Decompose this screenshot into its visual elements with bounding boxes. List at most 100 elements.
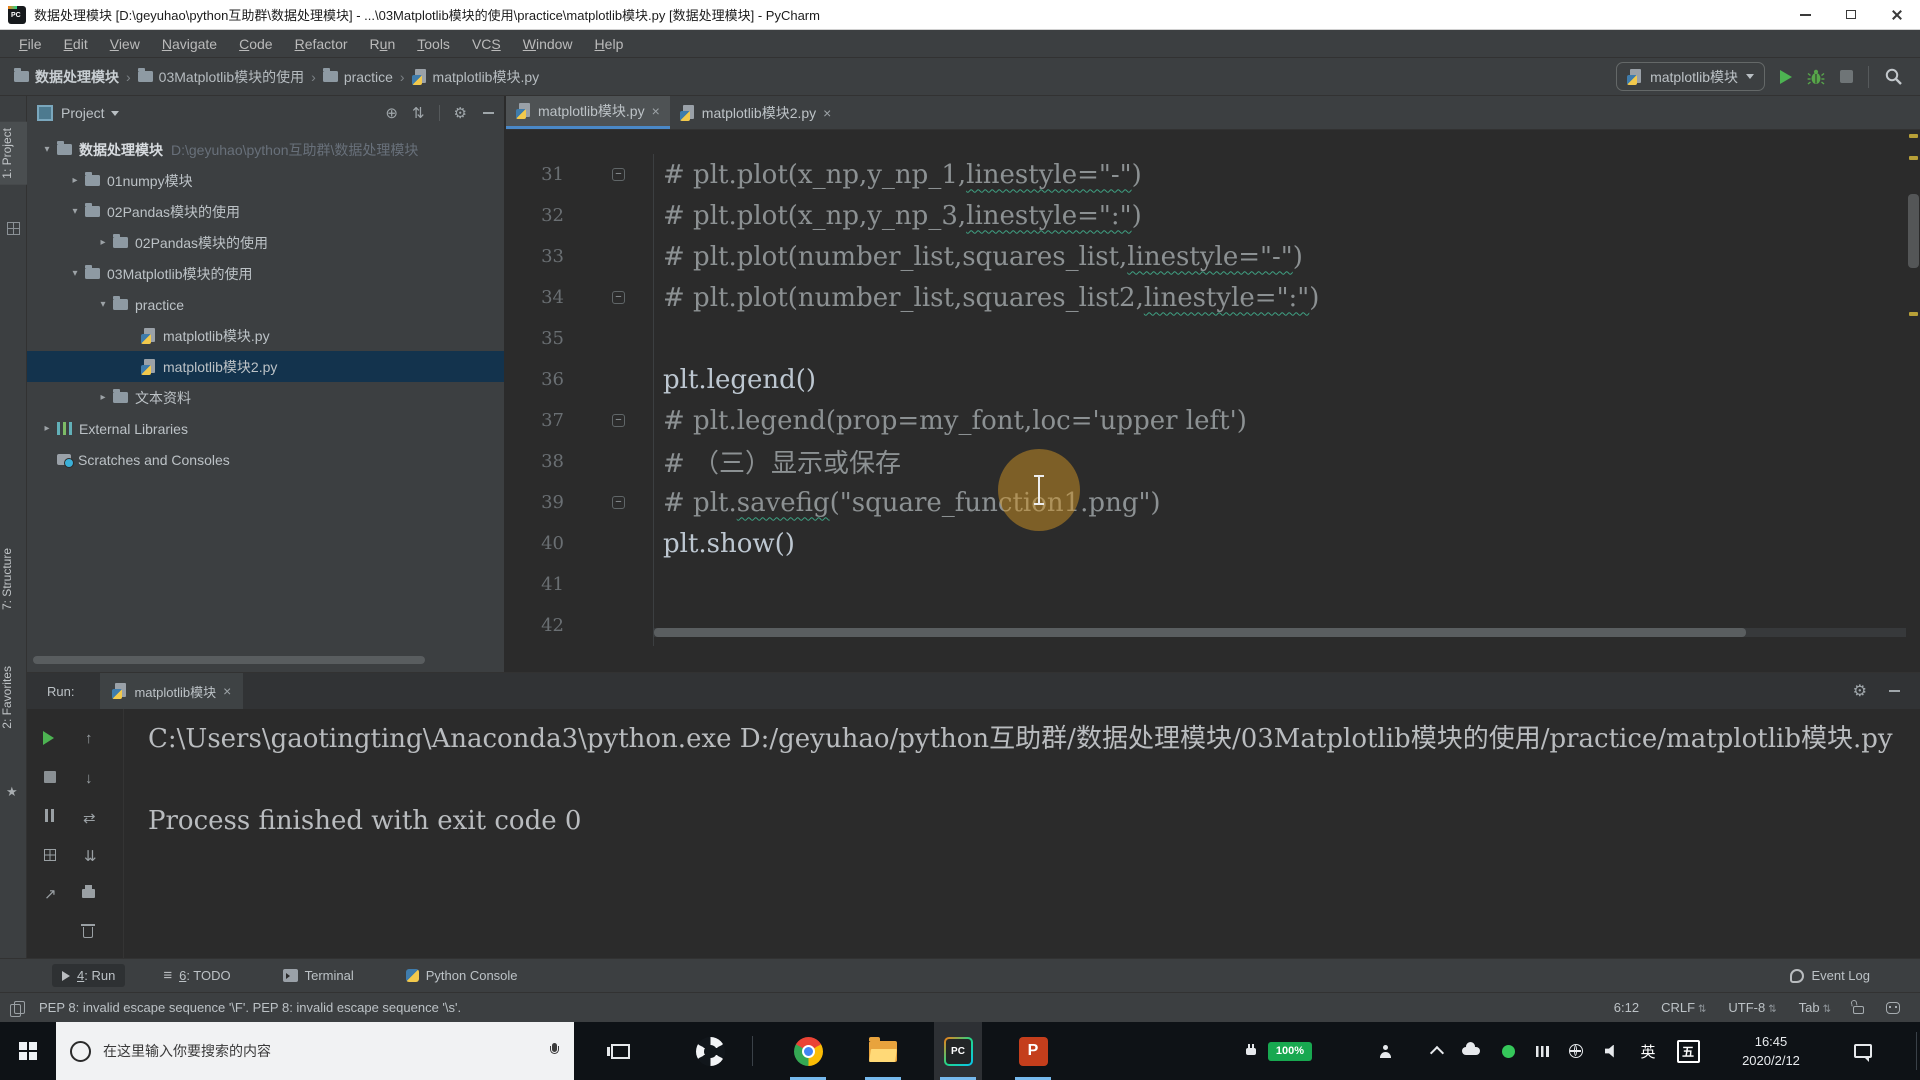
tree-collapsed-arrow-icon[interactable]: ▸: [93, 237, 113, 248]
gear-icon[interactable]: ⚙: [1853, 681, 1867, 701]
tool-window-quick-access-icon[interactable]: [10, 1001, 25, 1017]
tool-window-todo[interactable]: ≡ 6: TODO: [153, 963, 240, 988]
tree-expanded-arrow-icon[interactable]: ▾: [37, 144, 57, 155]
obs-taskbar-button[interactable]: [686, 1022, 734, 1080]
stripe-structure-button[interactable]: 7: Structure: [0, 548, 27, 610]
tree-item[interactable]: Scratches and Consoles: [27, 444, 504, 475]
menu-item-help[interactable]: Help: [584, 30, 635, 58]
ime-language-indicator[interactable]: 英: [1634, 1022, 1662, 1080]
action-center-button[interactable]: [1848, 1022, 1878, 1080]
run-configuration-select[interactable]: matplotlib模块: [1616, 62, 1765, 91]
pycharm-app-icon[interactable]: [8, 5, 26, 24]
minimize-button[interactable]: [1782, 0, 1828, 29]
equalizer-tray-icon[interactable]: [1528, 1022, 1556, 1080]
fold-marker[interactable]: −: [612, 414, 625, 427]
task-view-button[interactable]: [596, 1022, 644, 1080]
hide-panel-icon[interactable]: [483, 112, 494, 114]
tool-window-run[interactable]: 4: Run: [52, 964, 126, 987]
breadcrumb-item[interactable]: practice: [322, 68, 393, 85]
network-globe-icon[interactable]: [1562, 1022, 1590, 1080]
lock-icon[interactable]: [1853, 1006, 1864, 1014]
breadcrumb-item[interactable]: matplotlib模块.py: [411, 67, 539, 87]
stop-button[interactable]: [1840, 70, 1853, 83]
up-stack-trace-icon[interactable]: ↑: [85, 731, 93, 746]
clear-all-icon[interactable]: [81, 923, 95, 938]
power-plug-icon[interactable]: [1242, 1022, 1260, 1080]
project-horizontal-scrollbar[interactable]: [33, 656, 425, 664]
tree-item[interactable]: ▸ 02Pandas模块的使用: [27, 227, 504, 258]
menu-item-file[interactable]: File: [8, 30, 53, 58]
tree-collapsed-arrow-icon[interactable]: ▸: [37, 423, 57, 434]
editor-tab[interactable]: matplotlib模块.py: [506, 96, 670, 129]
tool-window-terminal[interactable]: Terminal: [273, 964, 364, 987]
tree-item[interactable]: ▸ 01numpy模块: [27, 165, 504, 196]
run-console-tab[interactable]: matplotlib模块: [100, 673, 244, 709]
chrome-taskbar-button[interactable]: [784, 1022, 832, 1080]
powerpoint-taskbar-button[interactable]: P: [1009, 1022, 1057, 1080]
microphone-icon[interactable]: [549, 1043, 560, 1059]
debug-button[interactable]: [1807, 68, 1825, 86]
gear-icon[interactable]: ⚙: [454, 106, 467, 121]
scroll-to-end-icon[interactable]: ⇊: [84, 849, 97, 864]
tree-collapsed-arrow-icon[interactable]: ▸: [93, 392, 113, 403]
fold-marker[interactable]: −: [612, 496, 625, 509]
hide-panel-icon[interactable]: [1889, 690, 1900, 692]
menu-item-window[interactable]: Window: [512, 30, 584, 58]
pin-tab-icon[interactable]: ↗: [44, 887, 57, 902]
tree-expanded-arrow-icon[interactable]: ▾: [65, 206, 85, 217]
stripe-project-button[interactable]: 1: Project: [0, 122, 27, 185]
warning-mark[interactable]: [1909, 134, 1918, 138]
tree-collapsed-arrow-icon[interactable]: ▸: [65, 175, 85, 186]
project-panel-title[interactable]: Project: [61, 105, 105, 121]
stripe-favorites-button[interactable]: 2: Favorites: [0, 666, 27, 729]
menu-item-run[interactable]: Run: [359, 30, 407, 58]
tree-item[interactable]: ▾ 数据处理模块 D:\geyuhao\python互助群\数据处理模块: [27, 134, 504, 165]
close-icon[interactable]: [652, 103, 660, 119]
rerun-button[interactable]: [43, 731, 54, 745]
ime-mode-indicator[interactable]: 五: [1672, 1022, 1704, 1080]
menu-item-view[interactable]: View: [99, 30, 151, 58]
tree-item[interactable]: ▾ 02Pandas模块的使用: [27, 196, 504, 227]
warning-mark[interactable]: [1909, 312, 1918, 316]
editor-tab[interactable]: matplotlib模块2.py: [670, 96, 842, 129]
search-everywhere-icon[interactable]: [1884, 67, 1904, 87]
show-desktop-button[interactable]: [1916, 1032, 1917, 1070]
restore-layout-icon[interactable]: [44, 849, 56, 861]
highlighting-level-icon[interactable]: [1886, 1001, 1900, 1014]
editor-code-area[interactable]: 31− # plt.plot(x_np,y_np_1,linestyle="-")…: [506, 130, 1920, 672]
menu-item-vcs[interactable]: VCS: [461, 30, 512, 58]
stop-process-button[interactable]: [44, 771, 56, 783]
menu-item-navigate[interactable]: Navigate: [151, 30, 228, 58]
print-icon[interactable]: [82, 884, 95, 898]
taskbar-clock[interactable]: 16:45 2020/2/12: [1716, 1022, 1826, 1080]
taskbar-search-box[interactable]: 在这里输入你要搜索的内容: [56, 1022, 574, 1080]
speaker-icon[interactable]: [1598, 1022, 1626, 1080]
stripe-grid-icon[interactable]: [7, 222, 20, 235]
line-separator-selector[interactable]: CRLF ⇅: [1661, 1000, 1706, 1015]
fold-marker[interactable]: −: [612, 168, 625, 181]
green-status-tray-icon[interactable]: [1494, 1022, 1522, 1080]
pycharm-taskbar-button[interactable]: PC: [934, 1022, 982, 1080]
show-hidden-icons-chevron[interactable]: [1424, 1022, 1450, 1080]
soft-wrap-icon[interactable]: ⇄: [83, 811, 96, 826]
menu-item-refactor[interactable]: Refactor: [284, 30, 359, 58]
tree-item[interactable]: ▾ 03Matplotlib模块的使用: [27, 258, 504, 289]
tree-expanded-arrow-icon[interactable]: ▾: [93, 299, 113, 310]
explorer-taskbar-button[interactable]: [859, 1022, 907, 1080]
down-stack-trace-icon[interactable]: ↓: [85, 771, 93, 786]
tree-item[interactable]: matplotlib模块.py: [27, 320, 504, 351]
locate-file-icon[interactable]: ⊕: [385, 106, 398, 121]
close-icon[interactable]: [223, 683, 231, 699]
collapse-all-icon[interactable]: ⇅: [412, 106, 425, 121]
pause-output-icon[interactable]: [45, 809, 54, 822]
tree-item[interactable]: matplotlib模块2.py: [27, 351, 504, 382]
fold-marker[interactable]: −: [612, 291, 625, 304]
menu-item-edit[interactable]: Edit: [53, 30, 99, 58]
battery-indicator[interactable]: 100%: [1264, 1022, 1316, 1080]
editor-hscrollbar-thumb[interactable]: [654, 628, 1746, 637]
tree-item[interactable]: ▸ External Libraries: [27, 413, 504, 444]
run-button[interactable]: [1780, 69, 1792, 84]
close-button[interactable]: [1874, 0, 1920, 29]
onedrive-cloud-icon[interactable]: [1456, 1022, 1486, 1080]
breadcrumb-item[interactable]: 03Matplotlib模块的使用: [137, 67, 304, 87]
